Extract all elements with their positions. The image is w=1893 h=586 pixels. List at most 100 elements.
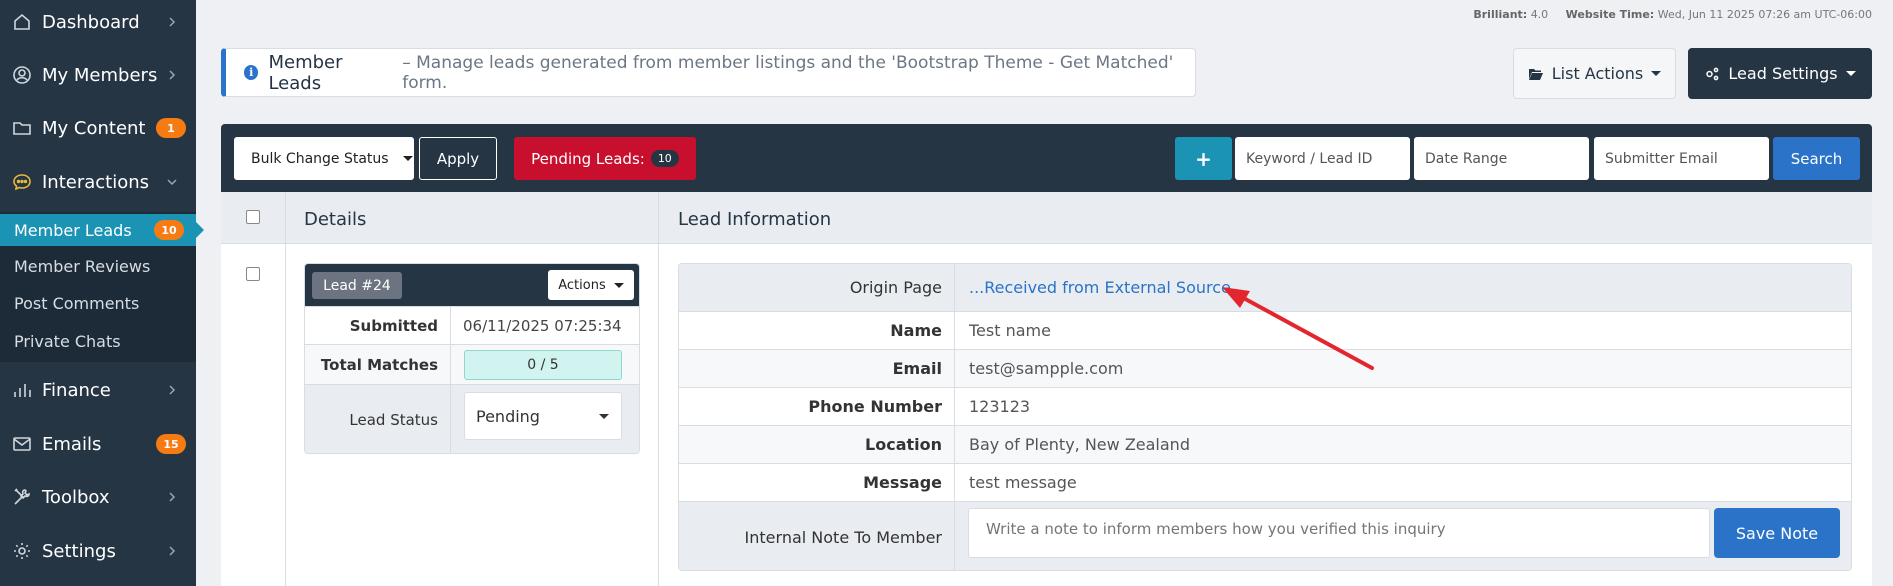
sidebar-subitem-member-leads[interactable]: Member Leads 10 (0, 214, 204, 246)
sidebar-item-label: Toolbox (42, 486, 110, 508)
location-label: Location (679, 426, 955, 463)
leads-count-badge: 10 (154, 220, 184, 240)
email-row: Email test@sampple.com (679, 349, 1851, 387)
user-icon (12, 65, 32, 85)
brilliant-label: Brilliant: (1473, 8, 1528, 21)
origin-page-link[interactable]: ...Received from External Source (955, 264, 1231, 311)
sidebar-item-label: Emails (42, 433, 102, 455)
sidebar-item-finance[interactable]: Finance (0, 365, 196, 415)
chevron-down-icon (167, 179, 177, 186)
folder-icon (12, 118, 32, 138)
envelope-icon (12, 434, 32, 454)
caret-down-icon (613, 282, 624, 288)
leads-table: Details Lead Information Lead #24 Action… (221, 192, 1872, 586)
internal-note-input[interactable] (968, 508, 1710, 558)
lead-matches-row: Total Matches 0 / 5 (305, 344, 639, 384)
sidebar-item-label: Settings (42, 540, 116, 562)
sidebar-item-my-members[interactable]: My Members (0, 50, 196, 100)
leads-toolbar: Bulk Change Status Apply Pending Leads: … (221, 124, 1872, 192)
row-select-checkbox[interactable] (246, 267, 260, 281)
keyword-lead-id-input[interactable] (1235, 137, 1410, 180)
save-note-button[interactable]: Save Note (1714, 508, 1840, 558)
sidebar-subitem-label: Member Leads (14, 220, 132, 240)
location-value: Bay of Plenty, New Zealand (969, 435, 1190, 454)
list-actions-button[interactable]: List Actions (1513, 48, 1676, 99)
lead-settings-button[interactable]: Lead Settings (1688, 48, 1872, 99)
phone-label: Phone Number (679, 388, 955, 425)
chevron-right-icon (169, 546, 176, 556)
lead-actions-button[interactable]: Actions (548, 270, 634, 300)
sidebar-item-emails[interactable]: Emails 15 (0, 419, 196, 469)
column-divider (658, 192, 659, 586)
date-range-input[interactable] (1414, 137, 1589, 180)
lead-settings-label: Lead Settings (1728, 64, 1838, 83)
name-label: Name (679, 312, 955, 349)
bulk-change-label: Bulk Change Status (251, 150, 389, 167)
tools-icon (12, 487, 32, 507)
sidebar-subitem-label: Private Chats (14, 331, 121, 351)
total-matches-value: 0 / 5 (464, 350, 622, 380)
message-value: test message (969, 473, 1077, 492)
sidebar-subitem-private-chats[interactable]: Private Chats (0, 325, 196, 357)
sidebar-item-interactions[interactable]: Interactions (0, 157, 196, 207)
pending-leads-button[interactable]: Pending Leads: 10 (514, 137, 696, 180)
emails-count-badge: 15 (156, 434, 186, 454)
interactions-submenu: Member Leads 10 Member Reviews Post Comm… (0, 212, 204, 362)
email-label: Email (679, 350, 955, 387)
total-matches-label: Total Matches (305, 345, 451, 384)
lead-details-card: Lead #24 Actions Submitted 06/11/2025 07… (304, 263, 640, 454)
column-header-details: Details (304, 209, 367, 230)
home-icon (12, 12, 32, 32)
phone-value: 123123 (969, 397, 1031, 416)
phone-row: Phone Number 123123 (679, 387, 1851, 425)
page-description: – Manage leads generated from member lis… (402, 52, 1174, 93)
sidebar-item-toolbox[interactable]: Toolbox (0, 472, 196, 522)
brilliant-value: 4.0 (1530, 8, 1549, 21)
folder-open-icon (1528, 68, 1543, 80)
pending-leads-label: Pending Leads: (531, 149, 645, 168)
lead-actions-label: Actions (558, 277, 606, 293)
lead-status-row: Lead Status Pending (305, 384, 639, 453)
chat-icon (12, 172, 32, 192)
location-row: Location Bay of Plenty, New Zealand (679, 425, 1851, 463)
lead-status-value: Pending (476, 406, 540, 426)
chevron-right-icon (169, 385, 176, 395)
sidebar-subitem-member-reviews[interactable]: Member Reviews (0, 250, 196, 282)
info-icon: i (244, 65, 259, 80)
name-value: Test name (969, 321, 1051, 340)
website-time-label: Website Time: (1565, 8, 1655, 21)
submitter-email-input[interactable] (1594, 137, 1769, 180)
list-actions-label: List Actions (1551, 64, 1644, 83)
sidebar-subitem-post-comments[interactable]: Post Comments (0, 287, 196, 319)
origin-page-label: Origin Page (679, 264, 955, 311)
gears-icon (1706, 67, 1719, 80)
sidebar-item-dashboard[interactable]: Dashboard (0, 0, 196, 47)
column-divider (285, 192, 286, 586)
column-header-lead-information: Lead Information (678, 209, 832, 230)
caret-down-icon (1845, 71, 1856, 76)
gear-icon (12, 541, 32, 561)
caret-down-icon (1651, 71, 1662, 76)
website-time-value: Wed, Jun 11 2025 07:26 am UTC-06:00 (1657, 8, 1872, 21)
chevron-right-icon (169, 70, 176, 80)
lead-information-panel: Origin Page ...Received from External So… (678, 263, 1852, 571)
add-lead-button[interactable]: + (1175, 137, 1232, 180)
sidebar-item-label: Dashboard (42, 11, 140, 33)
site-status-info: Brilliant: 4.0 Website Time: Wed, Jun 11… (1473, 8, 1872, 21)
sidebar-item-settings[interactable]: Settings (0, 526, 196, 576)
apply-button[interactable]: Apply (419, 137, 497, 180)
name-row: Name Test name (679, 311, 1851, 349)
bulk-change-status-select[interactable]: Bulk Change Status (234, 137, 414, 180)
internal-note-row: Internal Note To Member Save Note (679, 501, 1851, 570)
message-label: Message (679, 464, 955, 501)
lead-card-header: Lead #24 Actions (305, 264, 639, 306)
lead-status-select[interactable]: Pending (464, 392, 622, 440)
search-button[interactable]: Search (1773, 137, 1860, 180)
sidebar-item-label: My Members (42, 64, 158, 86)
select-all-checkbox[interactable] (246, 210, 260, 224)
sidebar-item-label: My Content (42, 117, 146, 139)
sidebar-item-my-content[interactable]: My Content 1 (0, 103, 196, 153)
lead-submitted-row: Submitted 06/11/2025 07:25:34 (305, 306, 639, 344)
internal-note-label: Internal Note To Member (679, 502, 955, 570)
lead-status-label: Lead Status (305, 385, 451, 453)
